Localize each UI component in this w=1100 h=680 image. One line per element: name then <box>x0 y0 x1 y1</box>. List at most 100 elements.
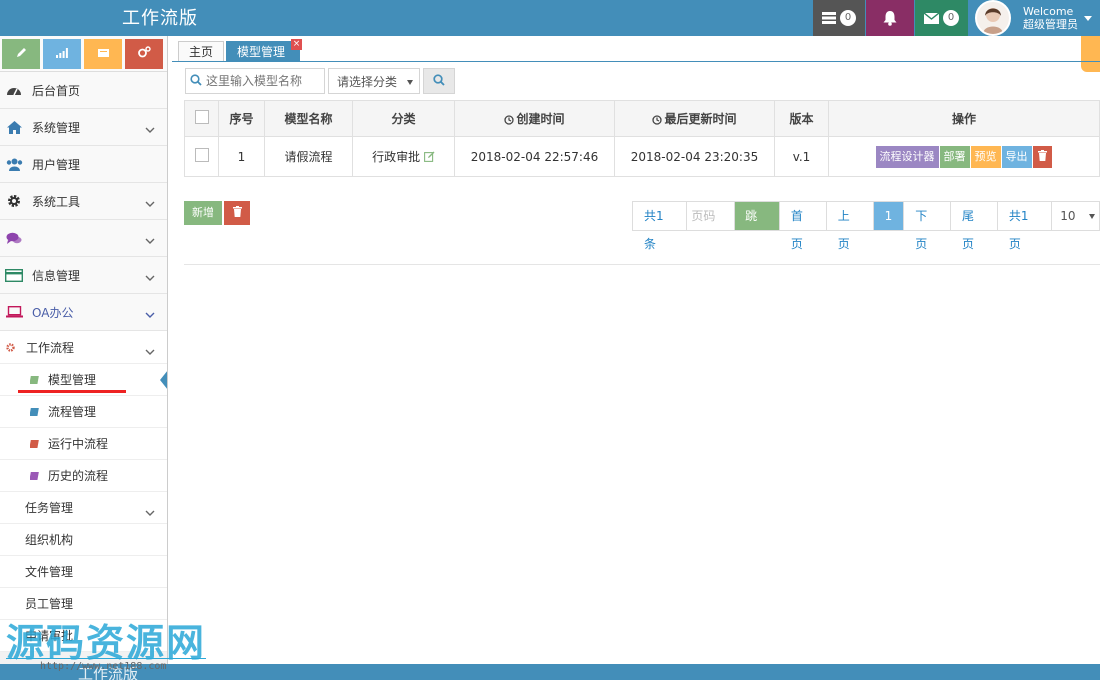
edit-icon[interactable] <box>423 151 435 165</box>
add-button[interactable]: 新增 <box>184 201 222 225</box>
sidebar-item-users[interactable]: 用户管理 <box>0 146 167 183</box>
top-navbar: 工作流版 0 0 Welcome 超级管理员 <box>0 0 1100 36</box>
page-number-input[interactable]: 页码 <box>687 202 736 230</box>
cog-icon <box>6 342 15 352</box>
sidebar: 后台首页 系统管理 用户管理 系统工具 信息管理 OA办公 工作流程 模型管理 <box>0 36 168 680</box>
cell-updated: 2018-02-04 23:20:35 <box>614 136 775 177</box>
sidebar-item-info[interactable]: 信息管理 <box>0 257 167 294</box>
close-icon[interactable]: × <box>291 39 303 50</box>
sidebar-item-running-process[interactable]: 运行中流程 <box>0 428 167 460</box>
cell-category: 行政审批 <box>352 136 455 177</box>
messages-button[interactable]: 0 <box>915 0 968 36</box>
brand-title[interactable]: 工作流版 <box>122 4 198 30</box>
sidebar-item-history-process[interactable]: 历史的流程 <box>0 460 167 492</box>
select-all-header[interactable] <box>184 100 219 137</box>
page-tabs: 主页 模型管理 × <box>178 39 303 61</box>
comments-icon <box>4 228 24 248</box>
chevron-down-icon <box>145 196 155 210</box>
credit-card-icon <box>4 265 24 285</box>
notifications-button[interactable] <box>866 0 914 36</box>
col-category: 分类 <box>352 100 455 137</box>
tab-model-management[interactable]: 模型管理 × <box>226 39 303 61</box>
cell-created: 2018-02-04 22:57:46 <box>454 136 615 177</box>
user-welcome: Welcome <box>1023 5 1074 18</box>
envelope-icon <box>924 12 939 24</box>
chevron-down-icon <box>145 505 155 519</box>
trash-icon <box>1037 149 1047 163</box>
batch-delete-button[interactable] <box>224 201 250 225</box>
active-underline <box>18 390 126 393</box>
shortcut-pencil-button[interactable] <box>2 38 40 69</box>
active-indicator <box>160 370 167 390</box>
search-icon <box>190 73 202 89</box>
col-index: 序号 <box>218 100 265 137</box>
chevron-down-icon <box>145 307 155 321</box>
search-input[interactable] <box>206 74 316 88</box>
search-button[interactable] <box>423 68 455 94</box>
gear-icon <box>4 191 24 211</box>
col-updated[interactable]: 最后更新时间 <box>614 100 775 137</box>
first-page-button[interactable]: 首页 <box>780 202 827 251</box>
row-select-cell[interactable] <box>184 136 219 177</box>
chevron-down-icon <box>145 233 155 247</box>
chevron-down-icon <box>145 270 155 284</box>
shortcut-signal-button[interactable] <box>43 38 81 69</box>
sidebar-item-oa[interactable]: OA办公 <box>0 294 167 331</box>
preview-button[interactable]: 预览 <box>970 145 1001 168</box>
user-name: 超级管理员 <box>1023 18 1078 31</box>
signal-icon <box>56 47 68 61</box>
tasks-button[interactable]: 0 <box>813 0 865 36</box>
cell-actions: 流程设计器 部署 预览 导出 <box>828 136 1100 177</box>
watermark-url: http://www.net188.com <box>40 661 167 672</box>
sidebar-item-chat[interactable] <box>0 220 167 257</box>
bell-icon <box>883 10 897 26</box>
col-created[interactable]: 创建时间 <box>454 100 615 137</box>
deploy-button[interactable]: 部署 <box>939 145 970 168</box>
row-checkbox[interactable] <box>194 148 209 162</box>
content-divider <box>184 264 1100 265</box>
cell-model-name: 请假流程 <box>264 136 353 177</box>
sidebar-item-task-management[interactable]: 任务管理 <box>0 492 167 524</box>
sidebar-item-tools[interactable]: 系统工具 <box>0 183 167 220</box>
tab-home[interactable]: 主页 <box>178 41 225 61</box>
jump-button[interactable]: 跳转 <box>735 202 780 251</box>
settings-toggle[interactable] <box>1081 36 1100 72</box>
page-size-select[interactable]: 10 <box>1052 202 1099 230</box>
cogs-icon <box>137 46 151 61</box>
tasks-badge: 0 <box>840 10 856 26</box>
pagination: 共1条 页码 跳转 首页 上页 1 下页 尾页 共1页 10 <box>632 201 1100 251</box>
pencil-icon <box>16 47 27 61</box>
total-pages: 共1页 <box>998 202 1053 251</box>
cell-version: v.1 <box>774 136 829 177</box>
watermark-underline <box>6 658 206 659</box>
sidebar-item-organization[interactable]: 组织机构 <box>0 524 167 556</box>
book-icon <box>97 47 109 61</box>
book-icon <box>30 439 44 449</box>
search-field[interactable] <box>185 68 325 94</box>
clock-icon <box>652 114 663 128</box>
prev-page-button[interactable]: 上页 <box>827 202 874 251</box>
book-icon <box>30 407 44 417</box>
tab-label: 模型管理 <box>237 45 286 59</box>
sidebar-item-system[interactable]: 系统管理 <box>0 109 167 146</box>
shortcut-cogs-button[interactable] <box>125 38 163 69</box>
sidebar-item-process-management[interactable]: 流程管理 <box>0 396 167 428</box>
shortcut-book-button[interactable] <box>84 38 122 69</box>
sidebar-item-files[interactable]: 文件管理 <box>0 556 167 588</box>
book-icon <box>30 375 44 385</box>
cell-index: 1 <box>218 136 265 177</box>
delete-row-button[interactable] <box>1032 145 1052 168</box>
last-page-button[interactable]: 尾页 <box>951 202 998 251</box>
sidebar-item-dashboard[interactable]: 后台首页 <box>0 72 167 109</box>
export-button[interactable]: 导出 <box>1001 145 1032 168</box>
model-table: 序号 模型名称 分类 创建时间 最后更新时间 版本 操作 1 请假流程 行政审批… <box>184 100 1100 177</box>
design-button[interactable]: 流程设计器 <box>875 145 939 168</box>
select-all-checkbox[interactable] <box>194 110 209 124</box>
trash-icon <box>232 206 242 220</box>
sidebar-item-workflow[interactable]: 工作流程 <box>0 331 167 364</box>
sidebar-item-model-management[interactable]: 模型管理 <box>0 364 167 396</box>
current-page[interactable]: 1 <box>873 202 905 230</box>
next-page-button[interactable]: 下页 <box>904 202 952 251</box>
user-menu[interactable]: Welcome 超级管理员 <box>969 0 1100 36</box>
category-select[interactable]: 请选择分类 <box>328 68 420 94</box>
